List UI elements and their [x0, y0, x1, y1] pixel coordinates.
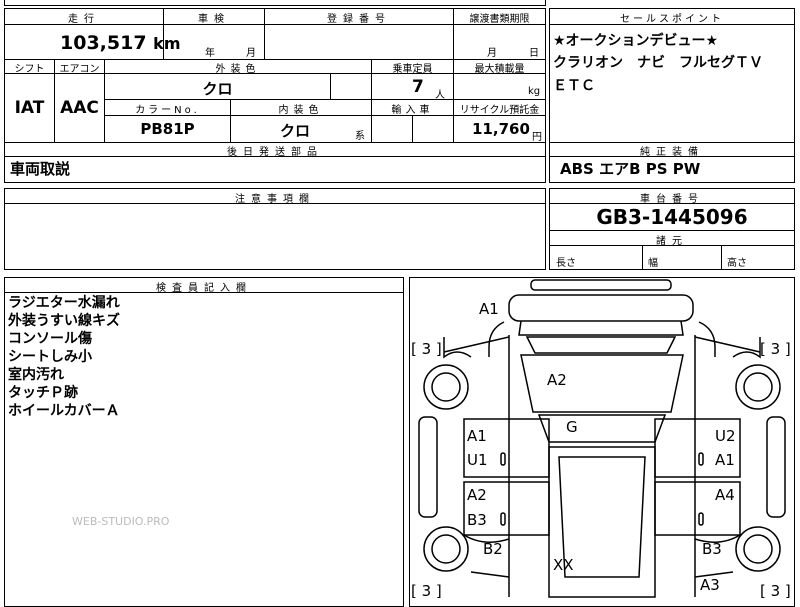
top-edge-strip	[4, 0, 546, 6]
width-label: 幅	[648, 258, 658, 269]
import-cell-b	[412, 115, 454, 143]
sales-point-header: セールスポイント	[620, 14, 724, 25]
colorno-header: カラーNo.	[135, 105, 200, 116]
mark-left-front-door-1: A1	[467, 427, 487, 445]
mark-left-rear-door-1: A2	[467, 486, 487, 504]
aircon-value: AAC	[60, 98, 99, 118]
recycle-unit: 円	[532, 132, 542, 143]
mark-right-rear-fender: B3	[702, 540, 722, 558]
recycle-value: 11,760	[472, 120, 530, 138]
exterior-value: クロ	[202, 80, 233, 98]
tire-tread-front-left: [ 3 ]	[411, 340, 442, 358]
inspector-note: 室内汚れ	[8, 367, 64, 383]
import-header: 輸入車	[391, 105, 434, 116]
transfer-header: 譲渡書類期限	[469, 14, 530, 25]
length-label: 長さ	[556, 258, 576, 269]
later-cell	[4, 156, 546, 183]
mark-roof: A2	[547, 371, 567, 389]
inspector-note: 外装うすい線キズ	[8, 313, 120, 329]
transfer-day: 日	[529, 48, 539, 59]
inspector-note: ホイールカバーＡ	[8, 403, 120, 419]
mileage-number: 103,517	[60, 32, 147, 54]
recycle-header: リサイクル預託金	[459, 105, 540, 116]
mark-rear-center: XX	[553, 556, 574, 574]
mark-front-bumper: A1	[479, 300, 499, 318]
inspector-note: タッチＰ跡	[8, 385, 78, 401]
sales-point-line-2: クラリオン ナビ フルセグＴＶ	[553, 55, 763, 71]
import-cell-a	[371, 115, 413, 143]
sales-point-line-1: ★オークションデビュー★	[553, 33, 719, 49]
mark-right-front-door-1: U2	[715, 427, 736, 445]
mark-right-front-door-2: A1	[715, 451, 735, 469]
mark-left-front-door-2: U1	[467, 451, 488, 469]
inspector-note: コンソール傷	[8, 331, 92, 347]
interior-suffix: 系	[355, 131, 365, 142]
capacity-value: 7	[412, 77, 424, 97]
mark-glass: G	[566, 418, 578, 436]
colorno-value: PB81P	[140, 120, 195, 138]
mileage-header: 走行	[68, 14, 100, 25]
mark-right-rear-door: A4	[715, 486, 735, 504]
inspector-note: シートしみ小	[8, 349, 92, 365]
chassis-value: GB3-1445096	[596, 205, 748, 229]
height-label: 高さ	[727, 258, 747, 269]
inspector-header: 検査員記入欄	[156, 283, 252, 294]
transfer-month: 月	[487, 48, 497, 59]
registration-header: 登録番号	[327, 14, 391, 25]
chassis-header: 車台番号	[640, 194, 704, 205]
interior-header: 内装色	[278, 105, 324, 116]
shaken-header: 車検	[198, 14, 230, 25]
inspector-note: ラジエター水漏れ	[8, 295, 120, 311]
shaken-year: 年	[205, 48, 215, 59]
watermark: WEB-STUDIO.PRO	[72, 515, 170, 528]
shaken-month: 月	[246, 48, 256, 59]
mark-left-rear-fender: B2	[483, 540, 503, 558]
tire-tread-rear-right: [ 3 ]	[760, 582, 791, 600]
tire-tread-rear-left: [ 3 ]	[411, 582, 442, 600]
maxload-unit: kg	[528, 86, 541, 97]
registration-cell	[264, 24, 454, 60]
interior-value: クロ	[280, 122, 311, 140]
mark-rear-right: A3	[700, 576, 720, 594]
caution-header: 注意事項欄	[235, 194, 315, 205]
tire-tread-front-right: [ 3 ]	[760, 340, 791, 358]
exterior-extra-cell	[330, 73, 372, 100]
inspector-notes: ラジエター水漏れ 外装うすい線キズ コンソール傷 シートしみ小 室内汚れ タッチ…	[8, 294, 120, 420]
sales-point-line-3: ＥＴＣ	[553, 78, 595, 94]
mark-left-rear-door-2: B3	[467, 511, 487, 529]
shift-value: IAT	[14, 98, 45, 118]
equipment-value: ABS エアB PS PW	[560, 160, 701, 178]
later-value: 車両取説	[10, 160, 71, 178]
